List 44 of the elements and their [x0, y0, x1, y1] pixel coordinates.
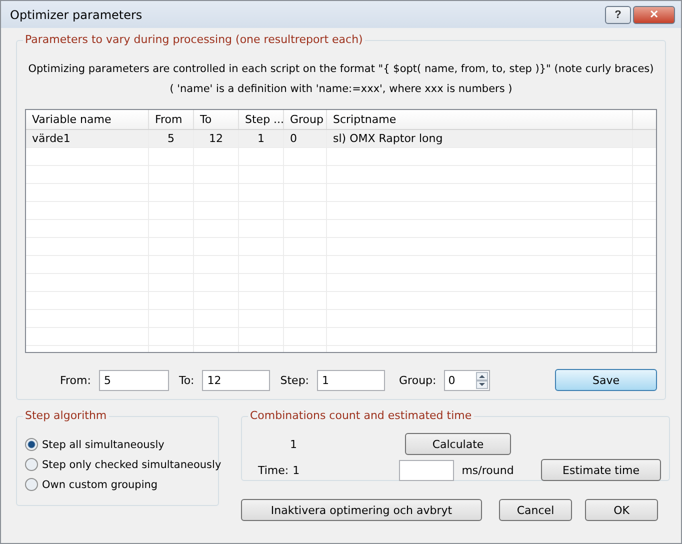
field-label: To:	[178, 374, 194, 386]
ms-field[interactable]	[398, 460, 454, 480]
value-field[interactable]: 12	[202, 370, 270, 390]
column-header[interactable]: To	[194, 110, 239, 129]
value-field[interactable]: 5	[98, 370, 169, 390]
table-cell: 1	[239, 130, 284, 147]
dialog-button[interactable]: OK	[585, 499, 658, 521]
table-cell: sl) OMX Raptor long	[327, 130, 633, 147]
dialog-button[interactable]: Inaktivera optimering och avbryt	[241, 499, 482, 521]
field-label: From:	[60, 374, 91, 386]
definition-note: ( 'name' is a definition with 'name:=xxx', where xxx is numbers )	[168, 83, 514, 95]
format-note: Optimizing parameters are controlled in each script on the format "{ $opt( name, from, to, step )}" (note curly braces)	[27, 63, 655, 75]
time-value: 1	[292, 464, 301, 476]
count-value: 1	[290, 438, 298, 450]
group-title: Parameters to vary during processing (one resultreport each)	[23, 33, 365, 46]
column-header[interactable]: Step ...	[239, 110, 284, 129]
column-header[interactable]: Group	[284, 110, 327, 129]
group-title: Step algorithm	[23, 409, 109, 422]
field-label: Group:	[399, 374, 436, 386]
table-cell: värde1	[26, 130, 149, 147]
time-label: Time:	[258, 464, 289, 476]
calculate-button[interactable]: Calculate	[405, 433, 511, 455]
help-button[interactable]: ?	[605, 6, 631, 24]
table-cell: 5	[149, 130, 194, 147]
group-title: Combinations count and estimated time	[248, 409, 474, 422]
column-header[interactable]: From	[149, 110, 194, 129]
table-cell: 0	[284, 130, 327, 147]
window-title: Optimizer parameters	[10, 8, 144, 22]
radio-button[interactable]	[25, 478, 38, 491]
radio-label[interactable]: Step all simultaneously	[42, 438, 164, 450]
table-cell: 12	[194, 130, 239, 147]
value-field[interactable]: 1	[317, 370, 386, 390]
radio-label[interactable]: Step only checked simultaneously	[42, 458, 222, 470]
column-header[interactable]: Scriptname	[327, 110, 633, 129]
unit-label: ms/round	[462, 464, 515, 476]
radio-button[interactable]	[25, 438, 38, 451]
estimate-time-button[interactable]: Estimate time	[541, 459, 661, 481]
table-row[interactable]: värde1 5 12 1 0 sl) OMX Raptor long	[26, 130, 656, 148]
column-header[interactable]: Variable name	[26, 110, 149, 129]
dialog-button[interactable]: Cancel	[499, 499, 572, 521]
radio-label[interactable]: Own custom grouping	[42, 478, 158, 490]
field-label: Step:	[280, 374, 310, 386]
radio-button[interactable]	[25, 458, 38, 471]
save-button[interactable]: Save	[555, 369, 657, 391]
